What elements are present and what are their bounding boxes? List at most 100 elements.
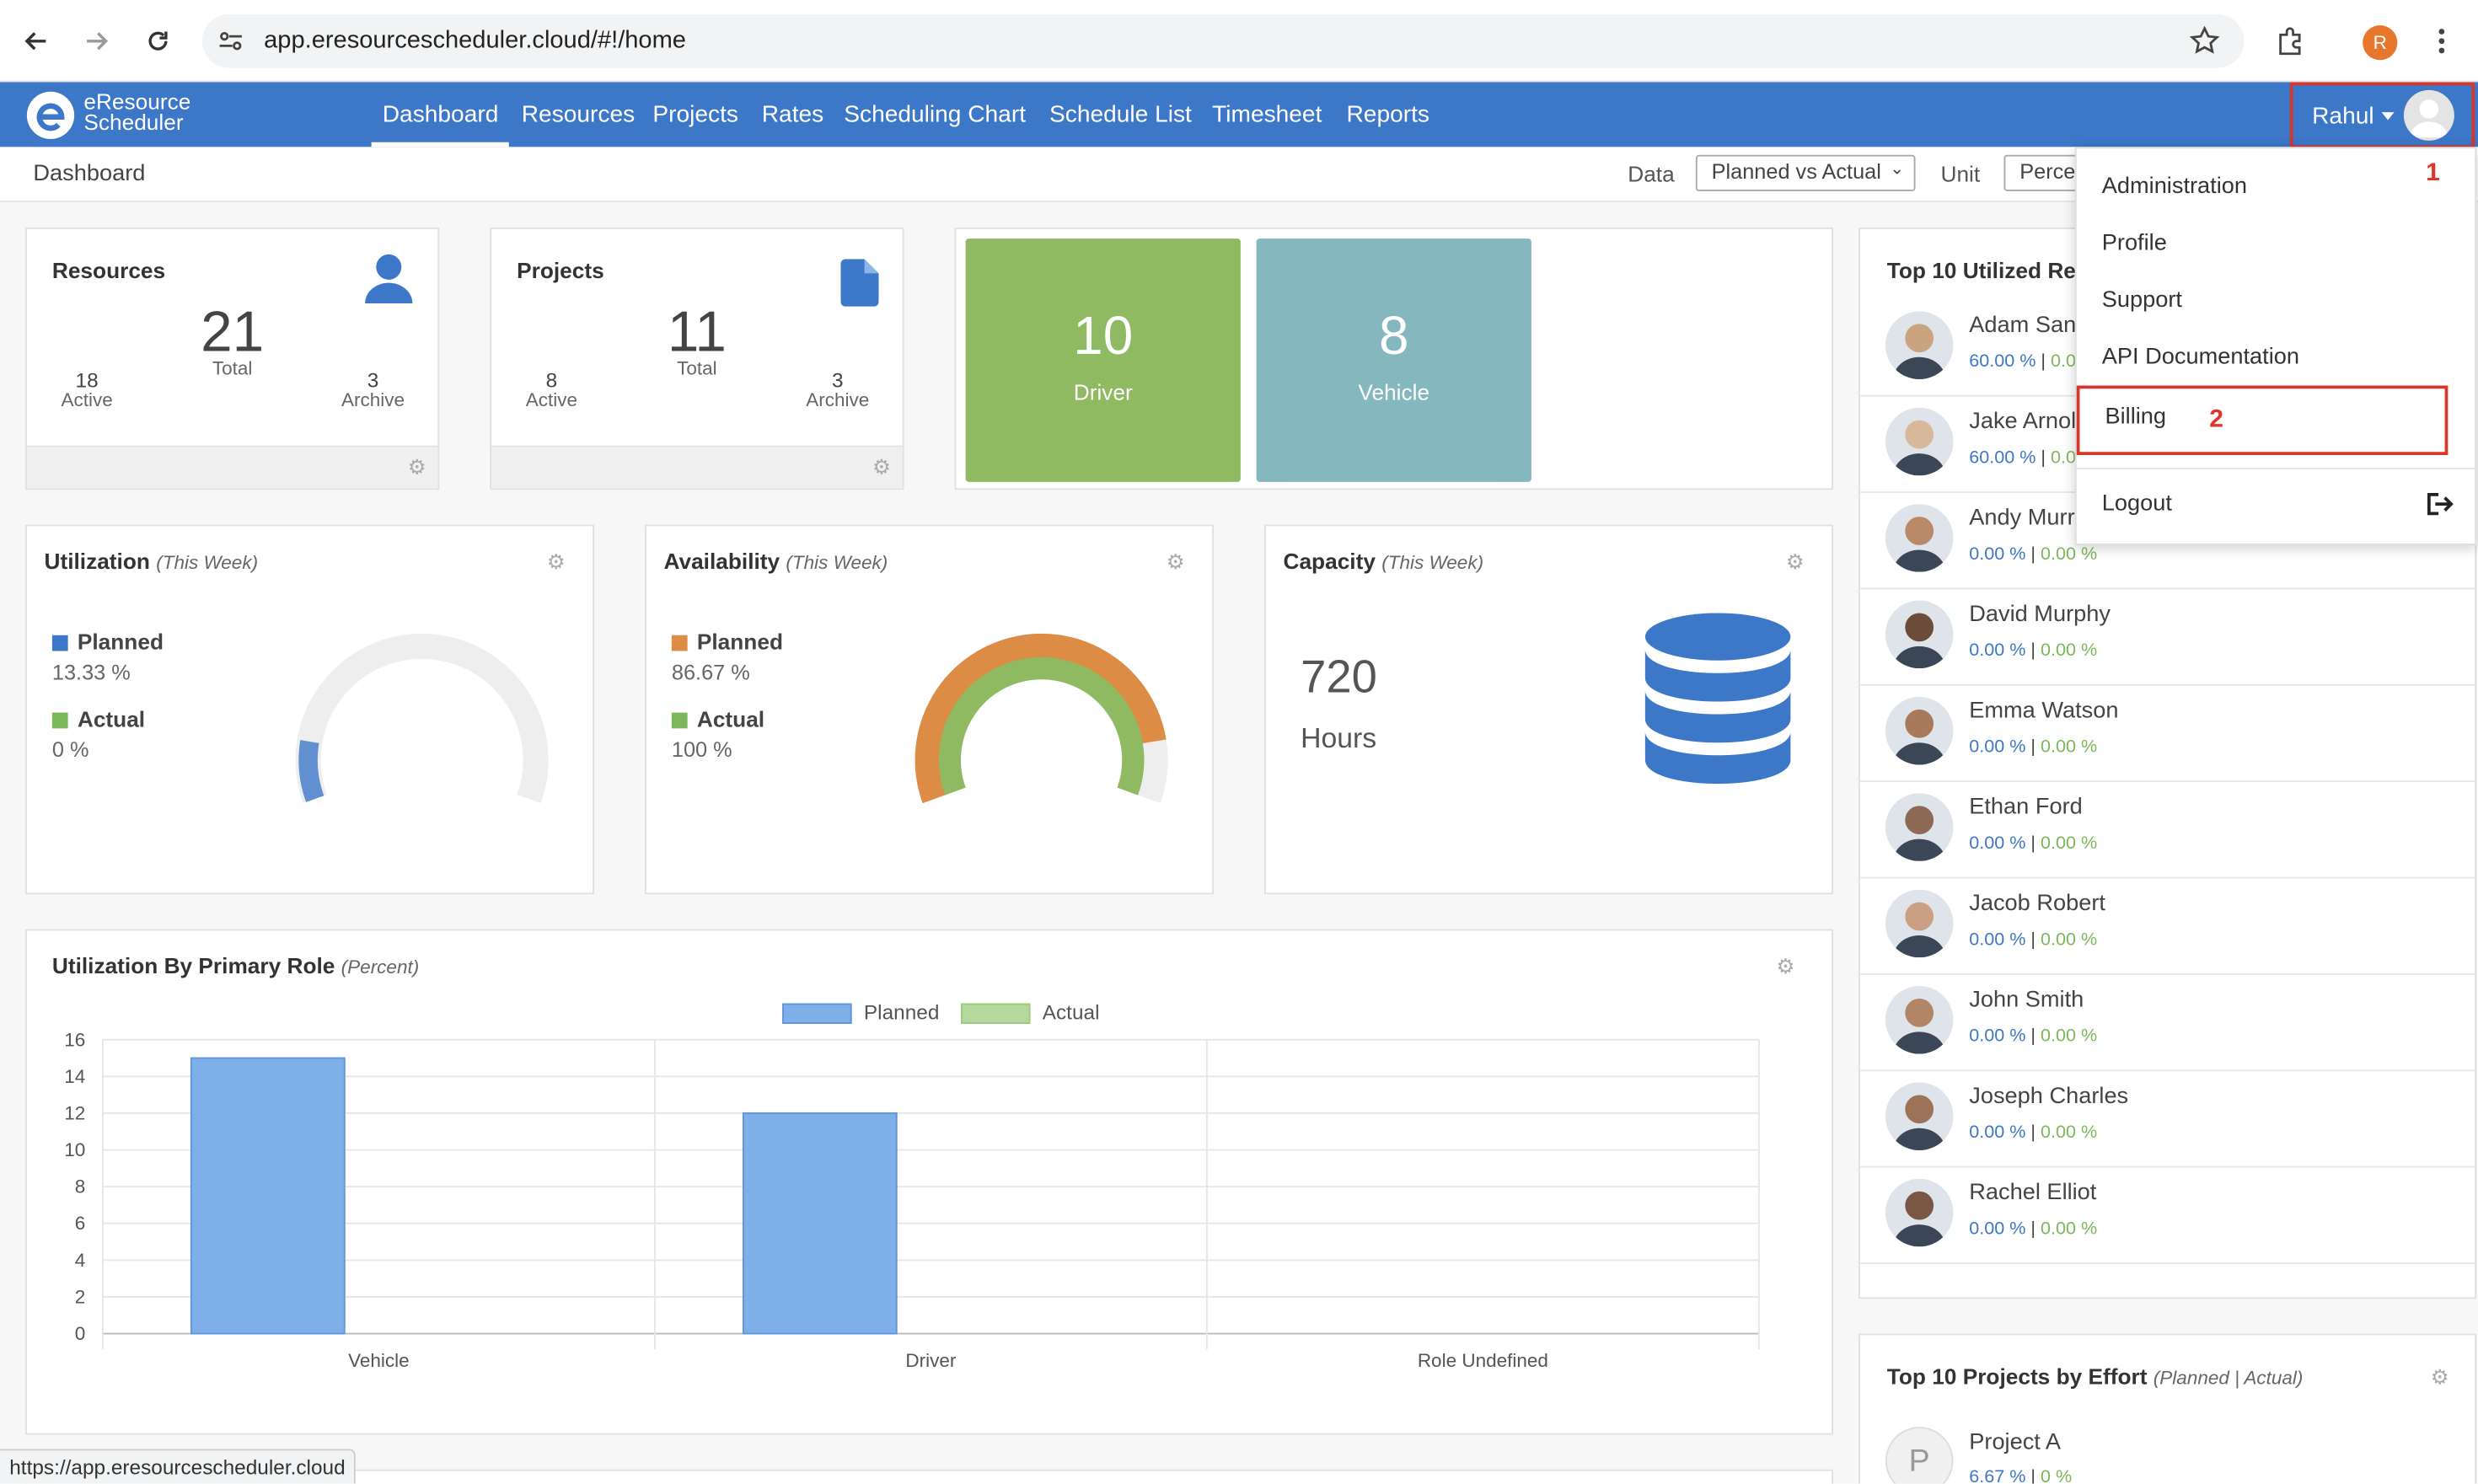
- resource-values: 0.00 % | 0.00 %: [1969, 930, 2097, 950]
- availability-title-text: Availability: [663, 548, 780, 574]
- availability-period: (This Week): [786, 551, 888, 574]
- role-tile-driver[interactable]: 10 Driver: [965, 238, 1241, 482]
- resource-avatar: [1885, 1082, 1954, 1150]
- site-settings-icon[interactable]: [218, 29, 244, 62]
- bookmark-star-icon[interactable]: [2189, 25, 2221, 65]
- billing-highlight[interactable]: Billing 2: [2076, 385, 2448, 455]
- gear-icon[interactable]: ⚙: [1786, 551, 1805, 571]
- menu-item-support[interactable]: Support: [2102, 287, 2182, 313]
- resource-row[interactable]: David Murphy 0.00 % | 0.00 %: [1859, 589, 2475, 686]
- project-actual: 0 %: [2041, 1467, 2073, 1484]
- resource-name[interactable]: David Murphy: [1969, 602, 2111, 627]
- bar-planned[interactable]: [190, 1057, 346, 1335]
- value-separator: |: [2030, 1467, 2036, 1484]
- gear-icon[interactable]: ⚙: [872, 457, 892, 477]
- user-name[interactable]: Rahul: [2312, 103, 2374, 130]
- resource-name[interactable]: Emma Watson: [1969, 699, 2118, 724]
- nav-timesheet[interactable]: Timesheet: [1212, 101, 1322, 128]
- resources-archive-label: Archive: [341, 388, 405, 411]
- actual-value: 100 %: [671, 737, 732, 762]
- top-projects-subtitle: (Planned | Actual): [2153, 1366, 2304, 1390]
- forward-icon[interactable]: [76, 20, 117, 62]
- resource-actual: 0.00 %: [2041, 1026, 2098, 1047]
- role-tile-label: Driver: [1073, 379, 1133, 404]
- projects-card-title: Projects: [517, 257, 604, 283]
- y-tick-label: 4: [75, 1250, 86, 1271]
- resources-card-footer: ⚙: [26, 445, 438, 489]
- menu-item-profile[interactable]: Profile: [2102, 231, 2167, 256]
- resource-name[interactable]: Jacob Robert: [1969, 892, 2105, 917]
- legend-swatch: [51, 713, 68, 729]
- extensions-icon[interactable]: [2270, 20, 2311, 62]
- resource-planned: 0.00 %: [1969, 737, 2026, 758]
- projects-total: 11: [667, 298, 727, 364]
- nav-schedule-list[interactable]: Schedule List: [1049, 101, 1192, 128]
- resource-name[interactable]: Ethan Ford: [1969, 795, 2083, 820]
- resource-name[interactable]: Andy Murra: [1969, 506, 2088, 531]
- app-logo-icon[interactable]: [25, 90, 76, 141]
- resources-total: 21: [201, 298, 265, 364]
- resources-total-label: Total: [212, 356, 253, 379]
- resource-values: 60.00 % | 0.0: [1969, 449, 2076, 469]
- resource-actual: 0.00 %: [2041, 737, 2098, 758]
- gear-icon[interactable]: ⚙: [1777, 956, 1796, 976]
- utilization-title: Utilization (This Week): [45, 549, 259, 574]
- resource-planned: 0.00 %: [1969, 1026, 2026, 1047]
- utilization-title-text: Utilization: [44, 548, 150, 574]
- user-menu-toggle[interactable]: Rahul: [2289, 82, 2475, 149]
- y-tick-label: 6: [75, 1213, 86, 1234]
- resource-name[interactable]: Jake Arnol: [1969, 410, 2076, 435]
- resource-actual: 0.0: [2051, 448, 2077, 469]
- y-tick-label: 2: [75, 1286, 86, 1307]
- bar-planned[interactable]: [742, 1112, 898, 1335]
- menu-item-logout[interactable]: Logout: [2102, 491, 2172, 517]
- nav-projects[interactable]: Projects: [652, 101, 738, 128]
- address-bar[interactable]: app.eresourcescheduler.cloud/#!/home: [202, 13, 2245, 68]
- menu-item-administration[interactable]: Administration: [2102, 174, 2247, 199]
- resource-avatar: [1885, 311, 1954, 379]
- resource-row[interactable]: John Smith 0.00 % | 0.00 %: [1859, 975, 2475, 1072]
- resource-row[interactable]: Rachel Elliot 0.00 % | 0.00 %: [1859, 1168, 2475, 1264]
- user-avatar-icon[interactable]: [2403, 89, 2454, 141]
- resource-name[interactable]: John Smith: [1969, 988, 2084, 1013]
- gear-icon[interactable]: ⚙: [408, 457, 427, 477]
- resources-card-title: Resources: [51, 257, 166, 283]
- url-text[interactable]: app.eresourcescheduler.cloud/#!/home: [264, 27, 686, 56]
- nav-resources[interactable]: Resources: [522, 101, 635, 128]
- data-filter-select[interactable]: Planned vs Actual ⌄: [1695, 154, 1916, 191]
- resource-row[interactable]: Jacob Robert 0.00 % | 0.00 %: [1859, 879, 2475, 975]
- resource-name[interactable]: Adam Sand: [1969, 313, 2089, 338]
- logout-icon[interactable]: [2426, 491, 2454, 524]
- browser-toolbar: app.eresourcescheduler.cloud/#!/home R: [0, 0, 2478, 83]
- nav-dashboard[interactable]: Dashboard: [383, 101, 499, 128]
- legend-swatch: [51, 635, 68, 652]
- capacity-title-text: Capacity: [1283, 548, 1376, 574]
- nav-rates[interactable]: Rates: [762, 101, 823, 128]
- menu-item-billing[interactable]: Billing: [2105, 404, 2167, 430]
- back-icon[interactable]: [16, 20, 57, 62]
- menu-item-api-documentation[interactable]: API Documentation: [2102, 345, 2299, 370]
- y-tick-label: 16: [64, 1029, 85, 1050]
- resource-row[interactable]: Joseph Charles 0.00 % | 0.00 %: [1859, 1071, 2475, 1168]
- value-separator: |: [2030, 1026, 2036, 1047]
- gear-icon[interactable]: ⚙: [547, 551, 566, 571]
- gear-icon[interactable]: ⚙: [2431, 1367, 2450, 1387]
- legend-actual: Actual: [51, 706, 145, 731]
- app-logo-text[interactable]: eResource Scheduler: [83, 90, 190, 133]
- reload-icon[interactable]: [137, 20, 179, 62]
- resource-row[interactable]: Ethan Ford 0.00 % | 0.00 %: [1859, 782, 2475, 879]
- resource-name[interactable]: Joseph Charles: [1969, 1084, 2128, 1109]
- resource-planned: 0.00 %: [1969, 1219, 2026, 1240]
- resource-row[interactable]: Emma Watson 0.00 % | 0.00 %: [1859, 686, 2475, 783]
- nav-reports[interactable]: Reports: [1347, 101, 1429, 128]
- role-tile-vehicle[interactable]: 8 Vehicle: [1256, 238, 1531, 482]
- browser-menu-icon[interactable]: [2422, 20, 2463, 62]
- resource-name[interactable]: Rachel Elliot: [1969, 1181, 2096, 1206]
- project-name[interactable]: Project A: [1969, 1430, 2061, 1455]
- actual-value: 0 %: [51, 737, 89, 762]
- gear-icon[interactable]: ⚙: [1167, 551, 1186, 571]
- profile-avatar[interactable]: R: [2363, 25, 2398, 61]
- legend-planned-label: Planned: [77, 629, 164, 655]
- nav-scheduling-chart[interactable]: Scheduling Chart: [844, 101, 1026, 128]
- role-chart-subtitle: (Percent): [341, 956, 420, 978]
